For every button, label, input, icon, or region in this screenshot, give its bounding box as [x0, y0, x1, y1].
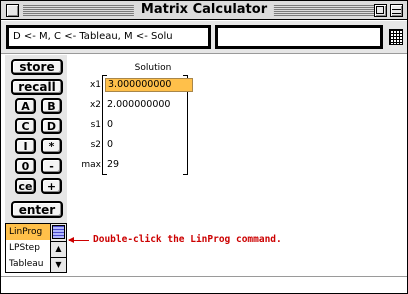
key-b-button[interactable]: B — [41, 98, 62, 114]
row-label-max: max — [81, 160, 101, 170]
command-list-scrollbar[interactable]: ▲ ▼ — [50, 224, 66, 272]
annotation-text: Double-click the LinProg command. — [93, 234, 282, 245]
matrix-cell-x1[interactable]: 3.000000000 — [105, 78, 193, 92]
bottom-strip — [1, 276, 407, 293]
subtract-button[interactable]: - — [41, 158, 62, 174]
close-box-icon[interactable] — [6, 4, 19, 17]
row-label-s2: s2 — [90, 140, 101, 150]
key-zero-button[interactable]: 0 — [15, 158, 36, 174]
collapse-box-icon[interactable] — [390, 4, 403, 17]
enter-button[interactable]: enter — [11, 201, 63, 218]
command-item-lpstep[interactable]: LPStep — [6, 240, 50, 256]
row-label-x1: x1 — [89, 80, 101, 90]
entry-field[interactable] — [215, 25, 383, 49]
annotation-arrow-icon — [68, 237, 89, 243]
keypad-panel: store recall A B C D I * 0 - ce + enter — [5, 55, 67, 223]
clear-entry-button[interactable]: ce — [15, 178, 36, 194]
grid-icon[interactable] — [389, 29, 403, 45]
key-c-button[interactable]: C — [15, 118, 36, 134]
key-identity-button[interactable]: I — [15, 138, 36, 154]
row-label-s1: s1 — [90, 120, 101, 130]
row-label-x2: x2 — [89, 100, 101, 110]
command-list[interactable]: LinProg LPStep Tableau ▲ ▼ — [5, 223, 67, 273]
store-button[interactable]: store — [11, 59, 63, 75]
command-item-linprog[interactable]: LinProg — [6, 224, 50, 240]
scroll-up-arrow-icon[interactable]: ▲ — [51, 241, 66, 255]
title-bar[interactable]: Matrix Calculator — [1, 1, 407, 20]
add-button[interactable]: + — [41, 178, 62, 194]
recall-button[interactable]: recall — [11, 79, 63, 95]
key-d-button[interactable]: D — [41, 118, 62, 134]
window-title: Matrix Calculator — [133, 2, 275, 18]
zoom-box-icon[interactable] — [374, 4, 387, 17]
matrix-cell-s1[interactable]: 0 — [105, 118, 193, 132]
matrix-cell-s2[interactable]: 0 — [105, 138, 193, 152]
key-a-button[interactable]: A — [15, 98, 36, 114]
matrix-cell-x2[interactable]: 2.000000000 — [105, 98, 193, 112]
solution-header: Solution — [134, 63, 172, 73]
command-field[interactable]: D <- M, C <- Tableau, M <- Solu — [6, 25, 211, 49]
scroll-down-arrow-icon[interactable]: ▼ — [51, 257, 66, 271]
matrix-cell-max[interactable]: 29 — [105, 158, 193, 172]
matrix-calculator-window: Matrix Calculator D <- M, C <- Tableau, … — [0, 0, 408, 294]
top-bar: D <- M, C <- Tableau, M <- Solu — [1, 21, 407, 54]
multiply-button[interactable]: * — [41, 138, 62, 154]
scroll-thumb[interactable] — [52, 225, 65, 239]
command-item-tableau[interactable]: Tableau — [6, 256, 50, 272]
